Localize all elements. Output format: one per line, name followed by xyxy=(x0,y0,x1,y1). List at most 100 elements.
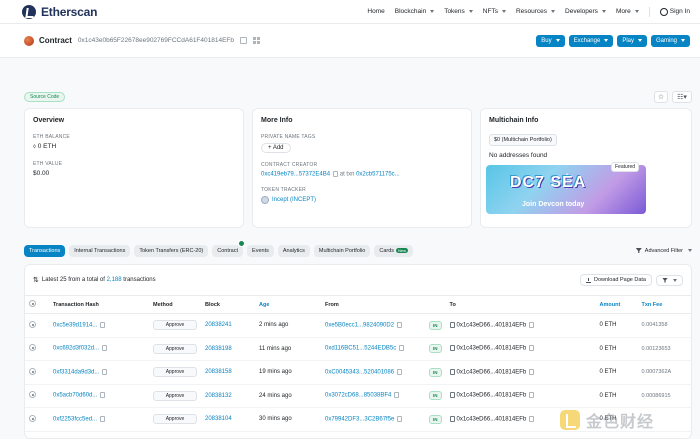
source-code-tag[interactable]: Source Code xyxy=(24,92,66,102)
nav-developers[interactable]: Developers xyxy=(565,8,606,15)
eye-icon[interactable] xyxy=(29,391,36,399)
copy-icon[interactable] xyxy=(102,368,108,375)
add-tag-button[interactable]: + Add xyxy=(261,143,291,153)
etherscan-logo-icon xyxy=(22,4,36,19)
top-navbar: Etherscan Home Blockchain Tokens NFTs Re… xyxy=(0,0,700,24)
txn-hash-link[interactable]: 0xf2253fcc5ed... xyxy=(53,417,97,423)
copy-icon[interactable] xyxy=(397,321,403,328)
from-address-link[interactable]: 0x3072cD68...85038BF4 xyxy=(325,393,391,399)
eye-icon[interactable] xyxy=(29,344,36,352)
from-address-link[interactable]: 0xd116BC51...5244EDB5c xyxy=(325,346,396,352)
block-link[interactable]: 20838104 xyxy=(205,416,232,422)
brand-logo[interactable]: Etherscan xyxy=(22,4,97,19)
copy-icon[interactable] xyxy=(529,345,535,352)
to-address[interactable]: 0x1c43eD66...401814EFb xyxy=(457,323,527,329)
creator-txn-link[interactable]: 0x2cb571175c... xyxy=(356,172,400,178)
copy-icon[interactable] xyxy=(333,171,339,177)
direction-cell: IN xyxy=(425,384,446,408)
nav-resources-label: Resources xyxy=(515,8,548,15)
tab-contract[interactable]: Contract xyxy=(212,239,246,257)
overview-title: Overview xyxy=(33,117,65,124)
tab-transactions[interactable]: Transactions xyxy=(24,244,66,257)
download-icon xyxy=(586,277,592,283)
sign-in-link[interactable]: Sign In xyxy=(659,7,690,16)
copy-icon[interactable] xyxy=(529,368,535,375)
tab-internal-transactions[interactable]: Internal Transactions xyxy=(69,244,131,257)
copy-icon[interactable] xyxy=(394,392,400,399)
txn-hash-link[interactable]: 0xf3314da9d3d... xyxy=(53,370,99,376)
block-link[interactable]: 20838241 xyxy=(205,322,232,328)
block-link[interactable]: 20838158 xyxy=(205,369,232,375)
tab-events[interactable]: Events xyxy=(247,244,274,257)
method-cell: Approve xyxy=(149,337,201,361)
multichain-portfolio-button[interactable]: $0 (Multichain Portfolio) xyxy=(489,134,557,146)
from-address-link[interactable]: 0xe5B0ecc1...9824090D2 xyxy=(325,323,394,329)
copy-icon[interactable] xyxy=(240,37,248,44)
from-address-link[interactable]: 0xC0045343...520401086 xyxy=(325,370,394,376)
copy-icon[interactable] xyxy=(100,415,106,422)
gaming-button[interactable]: Gaming xyxy=(650,34,690,47)
copy-icon[interactable] xyxy=(397,415,403,422)
advanced-filter-button[interactable]: Advanced Filter xyxy=(635,248,692,254)
row-info-cell xyxy=(25,313,49,338)
nav-home[interactable]: Home xyxy=(367,8,384,15)
col-amount[interactable]: Amount xyxy=(595,295,638,314)
copy-icon[interactable] xyxy=(529,321,535,328)
buy-button[interactable]: Buy xyxy=(536,34,565,47)
copy-icon[interactable] xyxy=(529,392,535,399)
block-link[interactable]: 20838132 xyxy=(205,393,232,399)
copy-icon[interactable] xyxy=(102,345,108,352)
eye-icon[interactable] xyxy=(29,320,36,328)
tab-analytics[interactable]: Analytics xyxy=(277,244,310,257)
to-address[interactable]: 0x1c43eD66...401814EFb xyxy=(457,393,527,399)
overview-card: Overview ETH BALANCE ⬨ 0 ETH ETH VALUE $… xyxy=(24,108,244,228)
qr-code-icon[interactable] xyxy=(253,37,261,44)
more-options-icon[interactable]: ☷▾ xyxy=(672,91,692,103)
row-info-cell xyxy=(25,384,49,408)
tab-multichain-portfolio[interactable]: Multichain Portfolio xyxy=(313,244,371,257)
copy-icon[interactable] xyxy=(399,345,405,352)
download-button[interactable]: Download Page Data xyxy=(580,274,652,286)
contract-file-icon xyxy=(449,368,455,375)
copy-icon[interactable] xyxy=(397,368,403,375)
nav-nfts[interactable]: NFTs xyxy=(483,8,506,15)
contract-actions: Buy Exchange Play Gaming xyxy=(536,34,690,47)
tab-token-transfers[interactable]: Token Transfers (ERC-20) xyxy=(134,244,209,257)
devcon-banner[interactable]: DC7 SEA Join Devcon today xyxy=(486,165,646,214)
copy-icon[interactable] xyxy=(529,415,535,422)
nav-blockchain[interactable]: Blockchain xyxy=(395,8,435,15)
direction-cell: IN xyxy=(425,360,446,385)
to-address[interactable]: 0x1c43eD66...401814EFb xyxy=(457,370,527,376)
table-row: 0xc692d3f032d... Approve 20838198 11 mins a… xyxy=(25,337,691,361)
creator-address-link[interactable]: 0xc419eb79...57372E4B4 xyxy=(261,172,330,178)
txn-hash-link[interactable]: 0xc692d3f032d... xyxy=(53,346,99,352)
txn-hash-link[interactable]: 0x5acb70d60d... xyxy=(53,393,97,399)
block-cell: 20838158 xyxy=(201,360,255,385)
star-icon[interactable]: ☆ xyxy=(654,91,668,103)
txn-hash-link[interactable]: 0xc5e39d1914... xyxy=(53,323,97,329)
total-transactions-link[interactable]: 2,188 xyxy=(107,277,122,283)
play-button[interactable]: Play xyxy=(617,34,647,47)
copy-icon[interactable] xyxy=(100,392,106,399)
exchange-button[interactable]: Exchange xyxy=(568,34,614,47)
to-address[interactable]: 0x1c43eD66...401814EFb xyxy=(457,346,527,352)
copy-icon[interactable] xyxy=(100,321,106,328)
eye-icon[interactable] xyxy=(29,414,36,422)
block-link[interactable]: 20838198 xyxy=(205,346,232,352)
to-address[interactable]: 0x1c43eD66...401814EFb xyxy=(457,417,527,423)
filter-dropdown[interactable] xyxy=(656,274,683,286)
eye-icon[interactable] xyxy=(29,367,36,375)
chevron-down-icon xyxy=(681,39,685,42)
watermark-logo-icon xyxy=(560,410,580,430)
nav-tokens[interactable]: Tokens xyxy=(444,8,473,15)
nav-more[interactable]: More xyxy=(616,8,639,15)
from-address-link[interactable]: 0x79942DF3...3C2B67f5e xyxy=(325,417,394,423)
col-txn-fee[interactable]: Txn Fee xyxy=(637,295,691,314)
chevron-down-icon xyxy=(555,39,560,42)
token-tracker-link[interactable]: Incept (INCEPT) xyxy=(272,197,316,203)
col-age[interactable]: Age xyxy=(255,295,321,314)
amount-cell: 0 ETH xyxy=(595,360,638,385)
contract-file-icon xyxy=(449,392,455,399)
tab-cards[interactable]: Cards New xyxy=(374,244,414,257)
nav-resources[interactable]: Resources xyxy=(515,8,556,15)
